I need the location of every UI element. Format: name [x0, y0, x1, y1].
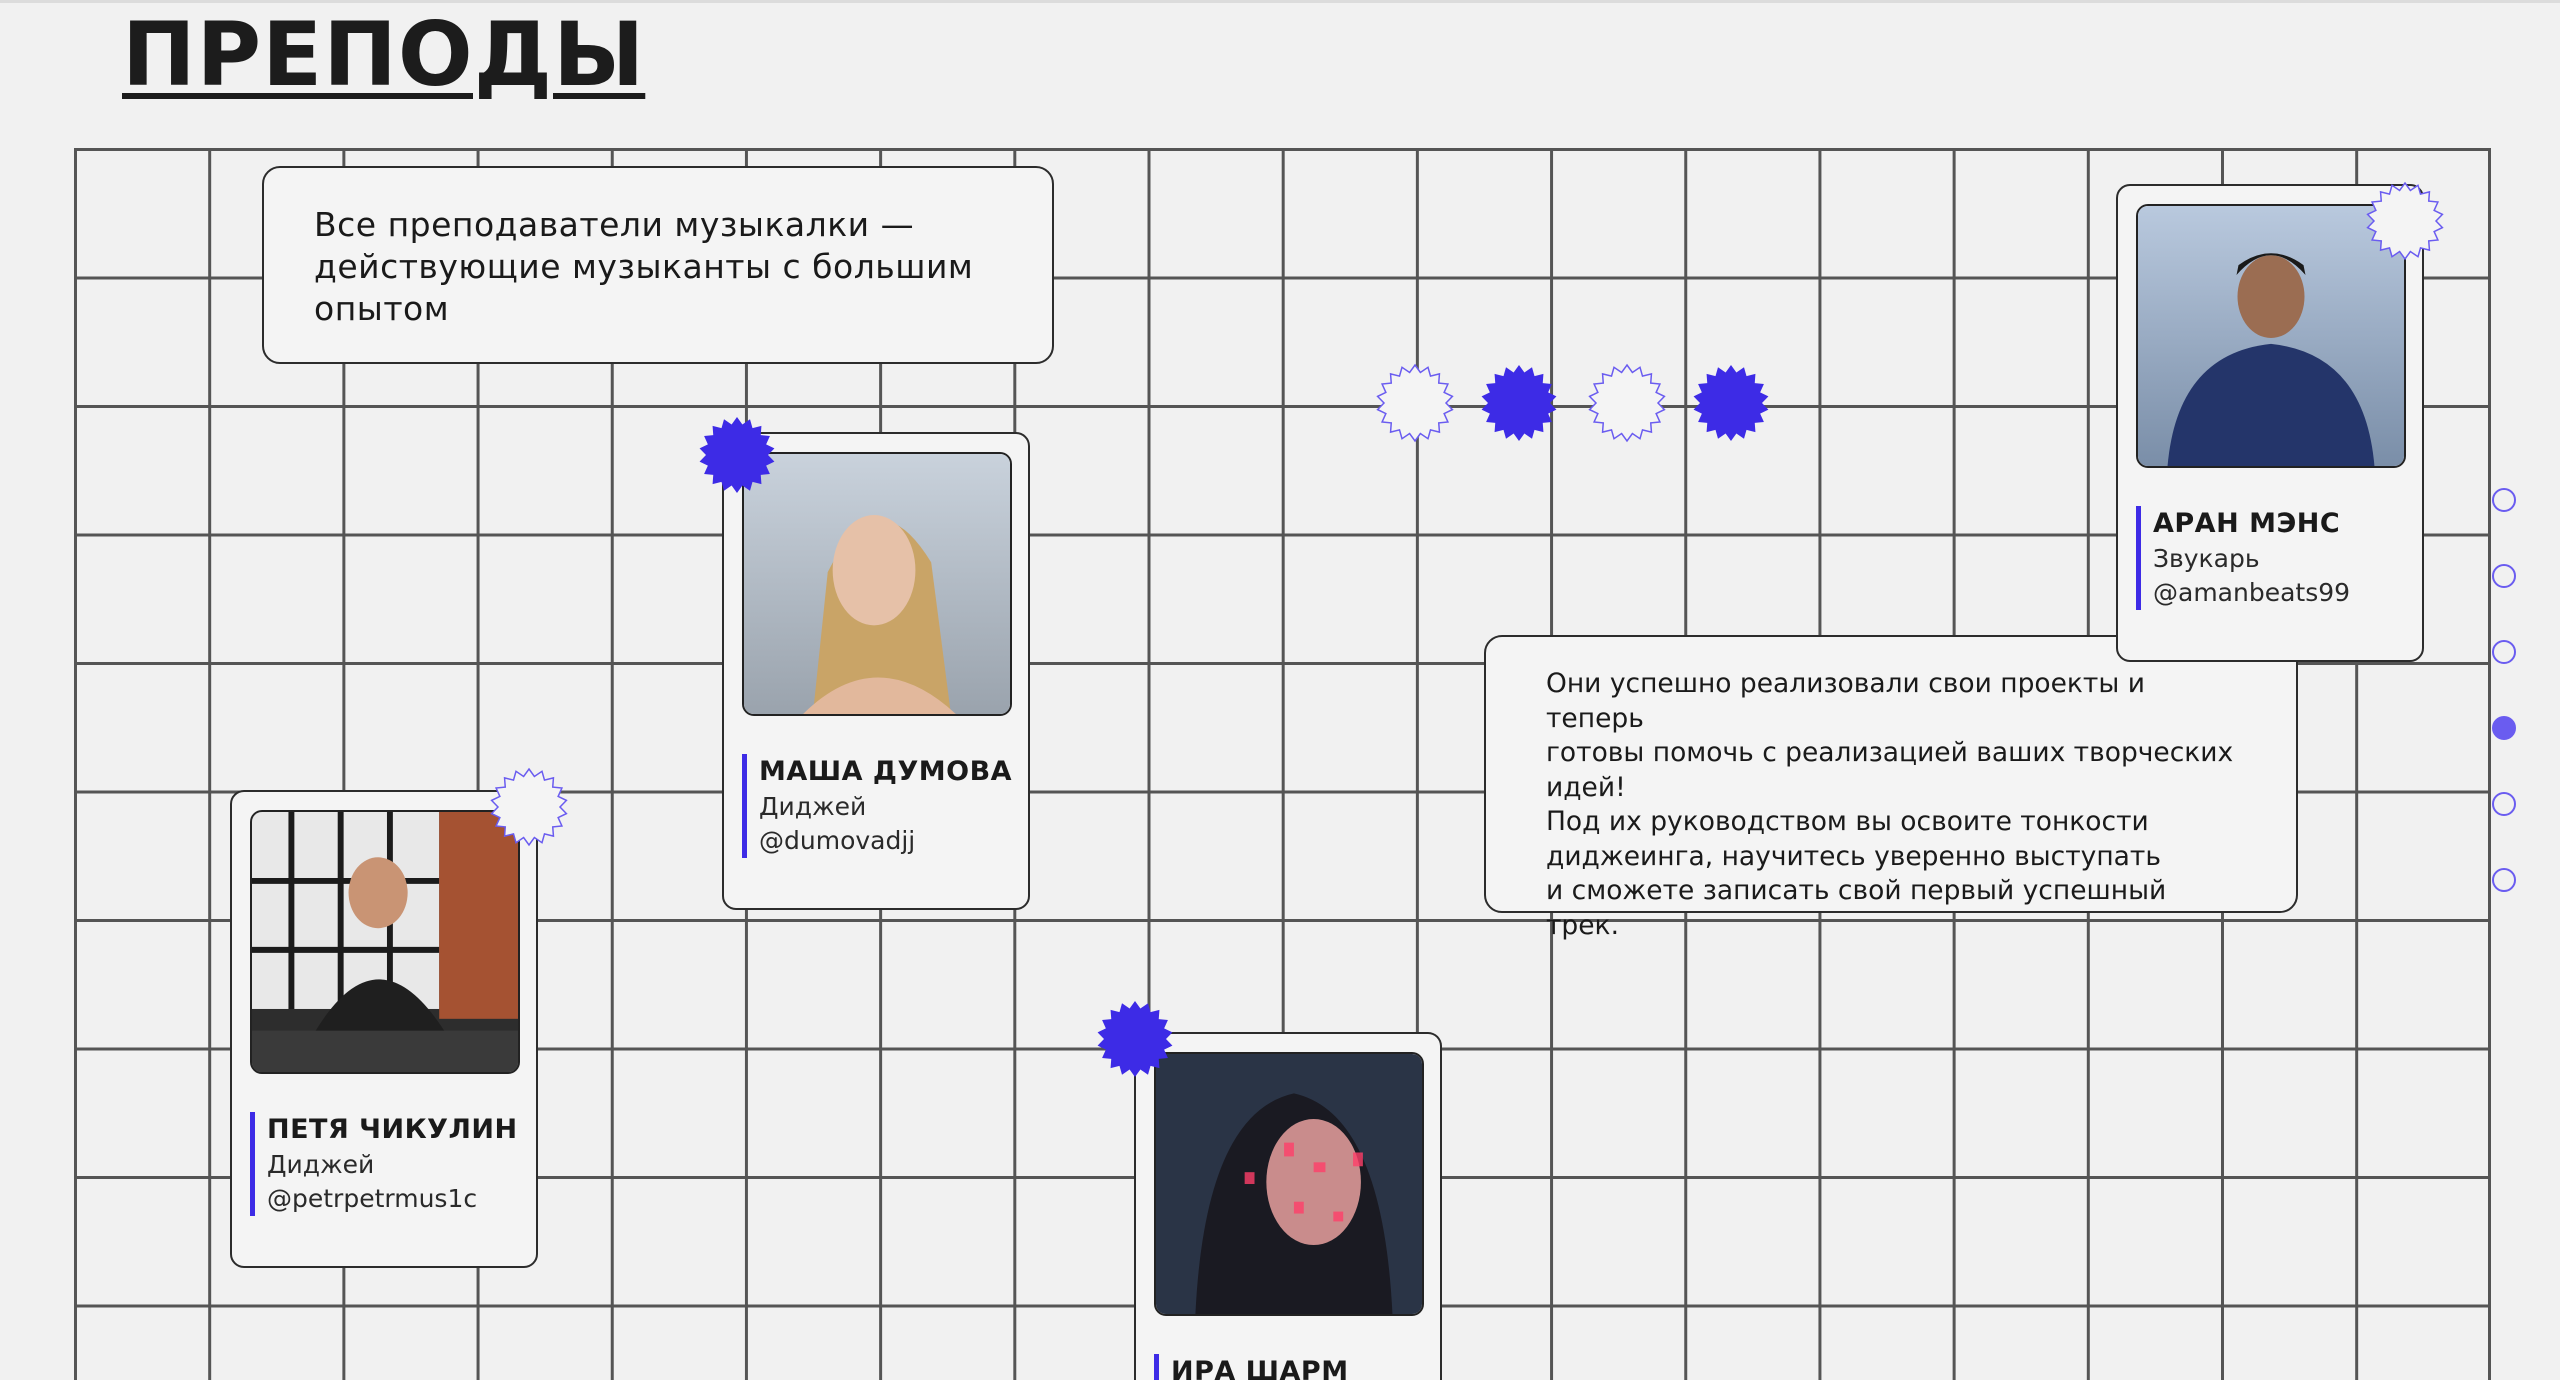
starburst-outline-icon	[1374, 362, 1456, 444]
teacher-info: МАША ДУМОВА Диджей @dumovadjj	[742, 754, 1012, 858]
starburst-filled-icon	[696, 414, 778, 496]
teacher-role: Диджей	[267, 1150, 375, 1179]
slide-dot-2[interactable]	[2492, 564, 2516, 588]
teacher-handle-link[interactable]: @petrpetrmus1c	[267, 1182, 518, 1216]
slide-dot-3[interactable]	[2492, 640, 2516, 664]
teacher-photo	[1154, 1052, 1424, 1316]
teacher-name: ИРА ШАРМ	[1171, 1356, 1349, 1380]
teacher-photo	[250, 810, 520, 1074]
teacher-info: ПЕТЯ ЧИКУЛИН Диджей @petrpetrmus1c	[250, 1112, 518, 1216]
teacher-name: АРАН МЭНС	[2153, 508, 2341, 539]
teacher-handle-link[interactable]: @dumovadjj	[759, 824, 1012, 858]
intro-note: Все преподаватели музыкалки — действующи…	[262, 166, 1054, 364]
starburst-outline-icon	[1586, 362, 1668, 444]
description-line: диджеинга, научитесь уверенно выступать	[1546, 840, 2161, 872]
teacher-role: Звукарь	[2153, 544, 2260, 573]
description-line: и сможете записать свой первый успешный …	[1546, 875, 2167, 941]
description-line: Под их руководством вы освоите тонкости	[1546, 806, 2149, 837]
starburst-outline-icon	[2364, 180, 2446, 262]
starburst-filled-icon	[1094, 998, 1176, 1080]
teacher-name: МАША ДУМОВА	[759, 756, 1013, 787]
teacher-card-sharm[interactable]: ИРА ШАРМ	[1134, 1032, 1442, 1380]
teacher-name: ПЕТЯ ЧИКУЛИН	[267, 1114, 518, 1145]
teacher-info: АРАН МЭНС Звукарь @amanbeats99	[2136, 506, 2350, 610]
starburst-filled-icon	[1690, 362, 1772, 444]
slide-dot-5[interactable]	[2492, 792, 2516, 816]
teacher-info: ИРА ШАРМ	[1154, 1354, 1349, 1380]
slide-dot-6[interactable]	[2492, 868, 2516, 892]
description-line: Они успешно реализовали свои проекты и т…	[1546, 668, 2145, 734]
teacher-card-chikulin[interactable]: ПЕТЯ ЧИКУЛИН Диджей @petrpetrmus1c	[230, 790, 538, 1268]
page-title: ПРЕПОДЫ	[122, 3, 646, 106]
description-note: Они успешно реализовали свои проекты и т…	[1484, 635, 2298, 941]
teacher-card-dumova[interactable]: МАША ДУМОВА Диджей @dumovadjj	[722, 432, 1030, 910]
slide-navigation	[2492, 488, 2520, 944]
slide-dot-4[interactable]	[2492, 716, 2516, 740]
starburst-filled-icon	[1478, 362, 1560, 444]
teacher-handle-link[interactable]: @amanbeats99	[2153, 576, 2350, 610]
starburst-outline-icon	[488, 766, 570, 848]
intro-text: Все преподаватели музыкалки — действующи…	[314, 205, 974, 328]
teacher-photo	[742, 452, 1012, 716]
teacher-role: Диджей	[759, 792, 867, 821]
description-line: готовы помочь с реализацией ваших творче…	[1546, 737, 2234, 768]
slide-dot-1[interactable]	[2492, 488, 2516, 512]
description-line: идей!	[1546, 771, 1626, 803]
